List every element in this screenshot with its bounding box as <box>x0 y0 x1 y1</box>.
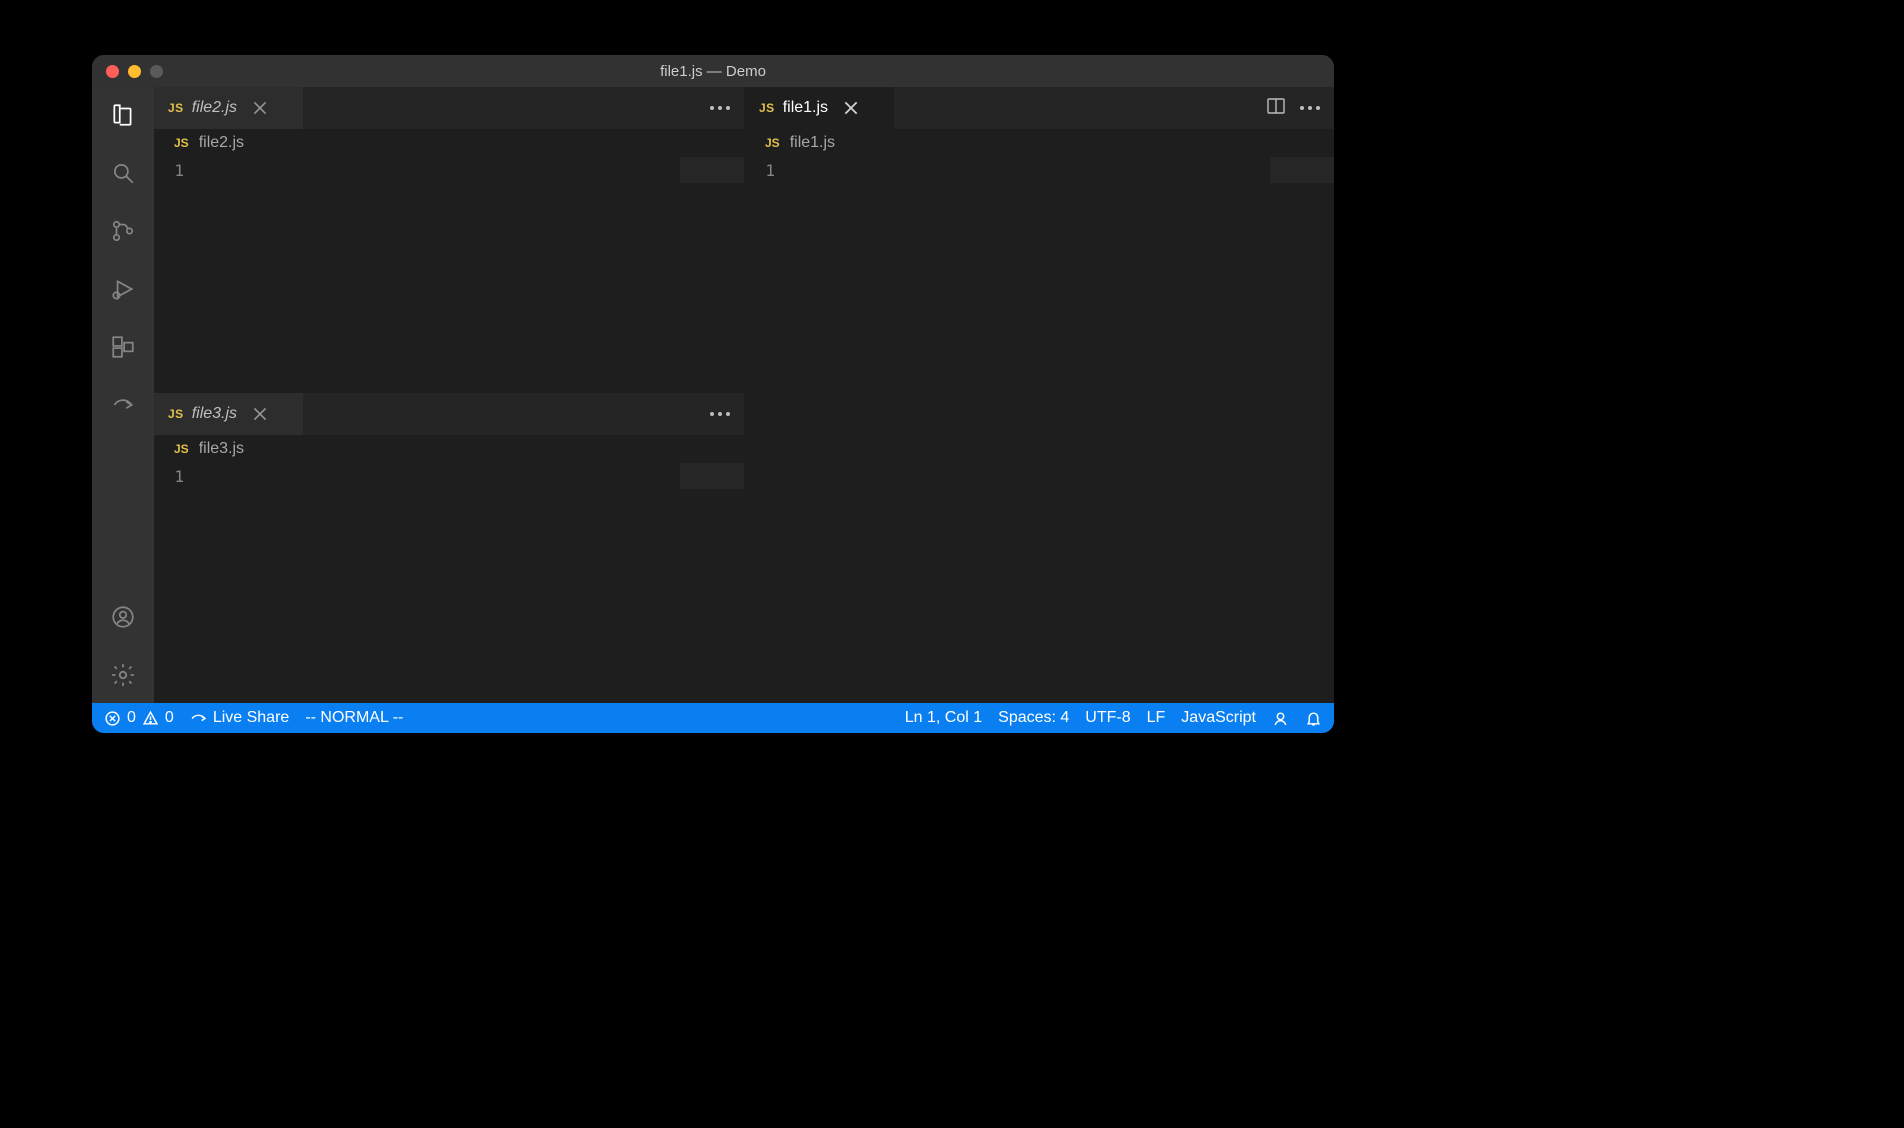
error-icon <box>104 710 121 727</box>
source-control-icon[interactable] <box>109 217 137 245</box>
window-maximize-button[interactable] <box>150 65 163 78</box>
more-actions-icon[interactable] <box>710 412 730 416</box>
traffic-lights <box>92 65 163 78</box>
tabs-row: JS file3.js <box>154 393 744 435</box>
line-number-gutter: 1 <box>154 463 202 703</box>
window-close-button[interactable] <box>106 65 119 78</box>
line-number-gutter: 1 <box>154 157 202 392</box>
window-minimize-button[interactable] <box>128 65 141 78</box>
breadcrumb-label: file3.js <box>199 440 244 458</box>
feedback-icon <box>1272 710 1289 727</box>
editor-group-bottom-left: JS file3.js JS file3.js <box>154 392 744 703</box>
js-file-icon: JS <box>174 136 189 150</box>
minimap[interactable] <box>680 157 744 183</box>
vim-mode-label: -- NORMAL -- <box>305 709 403 727</box>
status-language[interactable]: JavaScript <box>1181 709 1256 727</box>
split-editor-icon[interactable] <box>1266 96 1286 121</box>
workbench-body: JS file2.js JS file2.js <box>92 87 1334 703</box>
extensions-icon[interactable] <box>109 333 137 361</box>
status-live-share[interactable]: Live Share <box>190 709 290 727</box>
status-problems[interactable]: 0 0 <box>104 709 174 727</box>
code-editor[interactable]: 1 <box>154 157 744 392</box>
editor-column-left: JS file2.js JS file2.js <box>154 87 744 703</box>
error-count: 0 <box>127 709 136 727</box>
editor-group-right: JS file1.js <box>745 87 1334 703</box>
js-file-icon: JS <box>168 407 184 421</box>
editor-column-right: JS file1.js <box>744 87 1334 703</box>
window-title: file1.js — Demo <box>92 63 1334 80</box>
live-share-icon <box>190 710 207 727</box>
tab-actions <box>696 393 744 435</box>
titlebar: file1.js — Demo <box>92 55 1334 87</box>
live-share-icon[interactable] <box>109 391 137 419</box>
status-cursor-position[interactable]: Ln 1, Col 1 <box>905 709 982 727</box>
settings-gear-icon[interactable] <box>109 661 137 689</box>
tab-actions <box>1252 87 1334 129</box>
tabs-row: JS file1.js <box>745 87 1334 129</box>
code-editor[interactable]: 1 <box>745 157 1334 703</box>
tab-file2[interactable]: JS file2.js <box>154 87 304 129</box>
close-tab-icon[interactable] <box>842 99 860 117</box>
line-number: 1 <box>154 161 184 180</box>
status-notifications[interactable] <box>1305 710 1322 727</box>
tabs-row: JS file2.js <box>154 87 744 129</box>
indentation-label: Spaces: 4 <box>998 709 1069 727</box>
minimap[interactable] <box>1270 157 1334 183</box>
editor-group-top-left: JS file2.js JS file2.js <box>154 87 744 392</box>
encoding-label: UTF-8 <box>1085 709 1130 727</box>
close-tab-icon[interactable] <box>251 99 269 117</box>
app-window: file1.js — Demo <box>92 55 1334 733</box>
status-vim-mode[interactable]: -- NORMAL -- <box>305 709 403 727</box>
close-tab-icon[interactable] <box>251 405 269 423</box>
live-share-label: Live Share <box>213 709 290 727</box>
status-eol[interactable]: LF <box>1147 709 1166 727</box>
account-icon[interactable] <box>109 603 137 631</box>
breadcrumb[interactable]: JS file1.js <box>745 129 1334 157</box>
more-actions-icon[interactable] <box>710 106 730 110</box>
code-editor[interactable]: 1 <box>154 463 744 703</box>
line-number: 1 <box>154 467 184 486</box>
status-encoding[interactable]: UTF-8 <box>1085 709 1130 727</box>
minimap[interactable] <box>680 463 744 489</box>
breadcrumb[interactable]: JS file3.js <box>154 435 744 463</box>
run-debug-icon[interactable] <box>109 275 137 303</box>
status-feedback[interactable] <box>1272 710 1289 727</box>
cursor-position-label: Ln 1, Col 1 <box>905 709 982 727</box>
warning-count: 0 <box>165 709 174 727</box>
tab-label: file3.js <box>192 405 237 423</box>
js-file-icon: JS <box>759 101 775 115</box>
editor-area: JS file2.js JS file2.js <box>154 87 1334 703</box>
breadcrumb-label: file1.js <box>790 134 835 152</box>
tab-actions <box>696 87 744 129</box>
eol-label: LF <box>1147 709 1166 727</box>
activity-bar <box>92 87 154 703</box>
js-file-icon: JS <box>174 442 189 456</box>
tab-file1[interactable]: JS file1.js <box>745 87 895 129</box>
js-file-icon: JS <box>765 136 780 150</box>
warning-icon <box>142 710 159 727</box>
language-label: JavaScript <box>1181 709 1256 727</box>
breadcrumb[interactable]: JS file2.js <box>154 129 744 157</box>
explorer-icon[interactable] <box>109 101 137 129</box>
search-icon[interactable] <box>109 159 137 187</box>
status-bar: 0 0 Live Share -- NORMAL -- Ln 1, Col 1 … <box>92 703 1334 733</box>
bell-icon <box>1305 710 1322 727</box>
status-indentation[interactable]: Spaces: 4 <box>998 709 1069 727</box>
tab-file3[interactable]: JS file3.js <box>154 393 304 435</box>
tab-label: file2.js <box>192 99 237 117</box>
js-file-icon: JS <box>168 101 184 115</box>
line-number: 1 <box>745 161 775 180</box>
line-number-gutter: 1 <box>745 157 793 703</box>
tab-label: file1.js <box>783 99 828 117</box>
more-actions-icon[interactable] <box>1300 106 1320 110</box>
breadcrumb-label: file2.js <box>199 134 244 152</box>
